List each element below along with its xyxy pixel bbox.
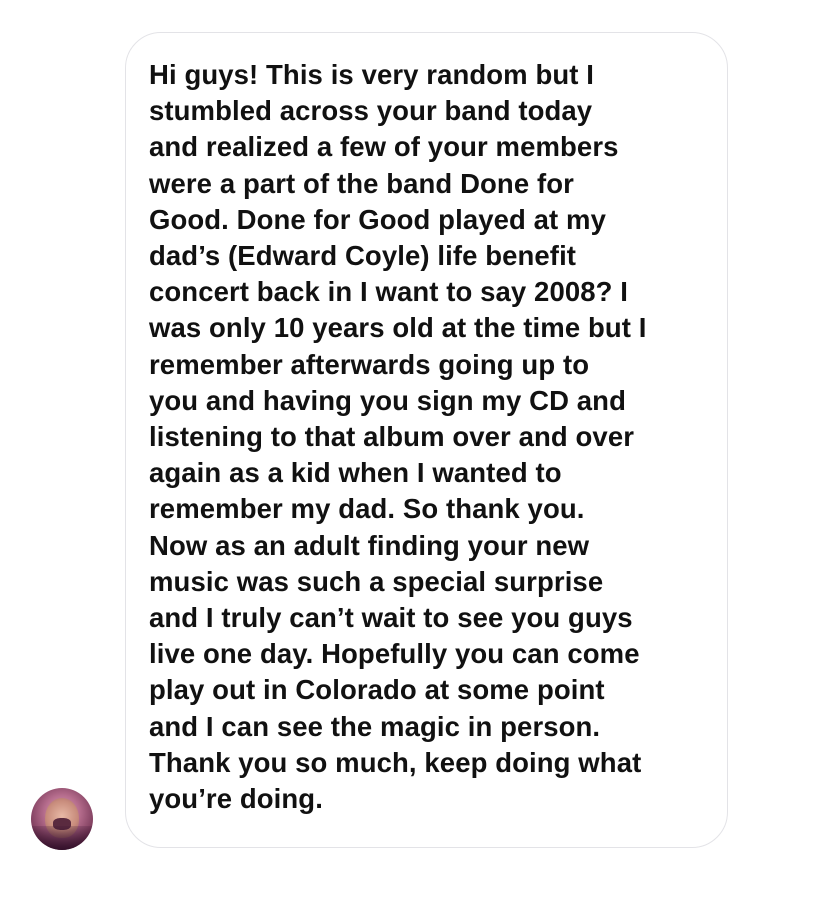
avatar-shade	[31, 826, 93, 850]
chat-thread: Hi guys! This is very random but I stumb…	[0, 0, 828, 902]
message-bubble[interactable]: Hi guys! This is very random but I stumb…	[125, 32, 728, 848]
sender-avatar[interactable]	[31, 788, 93, 850]
message-text: Hi guys! This is very random but I stumb…	[149, 59, 647, 815]
